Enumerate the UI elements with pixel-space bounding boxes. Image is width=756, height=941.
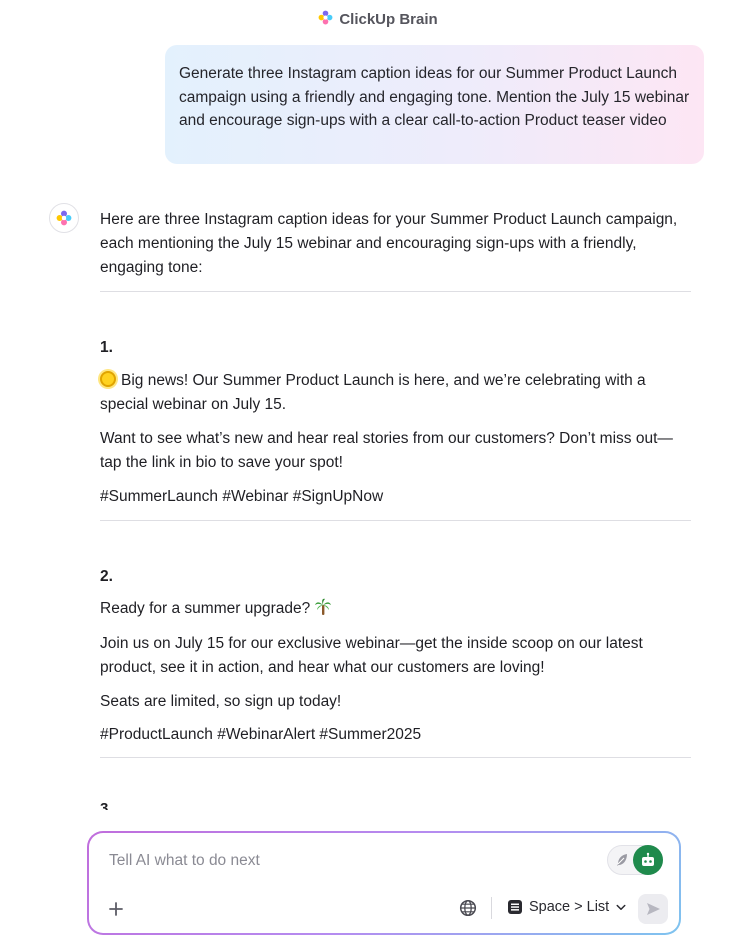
divider <box>100 757 691 758</box>
caption-2-line1: Ready for a summer upgrade? <box>100 597 691 624</box>
list-icon <box>508 900 522 914</box>
caption-3-number: 3. <box>100 800 113 810</box>
divider <box>100 520 691 521</box>
chevron-down-icon <box>616 904 626 910</box>
location-selector[interactable]: Space > List <box>507 899 627 915</box>
user-message-text: Generate three Instagram caption ideas f… <box>179 65 690 129</box>
ai-avatar <box>49 203 79 233</box>
prompt-input[interactable]: Tell AI what to do next <box>109 852 260 870</box>
caption-1-line1-text: Big news! Our Summer Product Launch is h… <box>100 372 646 413</box>
send-button[interactable] <box>638 894 668 924</box>
user-message-bubble: Generate three Instagram caption ideas f… <box>165 45 704 164</box>
caption-2-line1-text: Ready for a summer upgrade? <box>100 600 311 617</box>
plus-icon <box>109 902 123 916</box>
prompt-composer: Tell AI what to do next Space > List <box>87 831 681 935</box>
location-label: Space > List <box>529 899 610 915</box>
send-icon <box>647 903 660 915</box>
agent-toggle[interactable] <box>607 845 663 875</box>
chat-title: ClickUp Brain <box>339 10 438 28</box>
caption-1-line1: Big news! Our Summer Product Launch is h… <box>100 369 691 417</box>
separator <box>491 897 492 919</box>
clickup-brain-icon <box>56 210 72 226</box>
feather-icon <box>617 854 627 866</box>
chat-header: ClickUp Brain <box>0 8 756 30</box>
globe-icon[interactable] <box>459 899 477 917</box>
palm-tree-emoji <box>314 598 332 624</box>
caption-1-hashtags: #SummerLaunch #Webinar #SignUpNow <box>100 488 384 505</box>
caption-1-line2: Want to see what’s new and hear real sto… <box>100 430 673 471</box>
caption-2-line3: Seats are limited, so sign up today! <box>100 693 342 710</box>
caption-2-number: 2. <box>100 568 113 585</box>
add-attachment-button[interactable] <box>101 894 131 924</box>
caption-1-number: 1. <box>100 339 113 356</box>
sun-emoji <box>100 371 116 387</box>
clickup-brain-icon <box>318 10 333 29</box>
response-intro: Here are three Instagram caption ideas f… <box>100 211 678 276</box>
caption-2-line2: Join us on July 15 for our exclusive web… <box>100 635 643 676</box>
caption-2-hashtags: #ProductLaunch #WebinarAlert #Summer2025 <box>100 726 422 743</box>
robot-icon <box>633 845 663 875</box>
divider <box>100 291 691 292</box>
